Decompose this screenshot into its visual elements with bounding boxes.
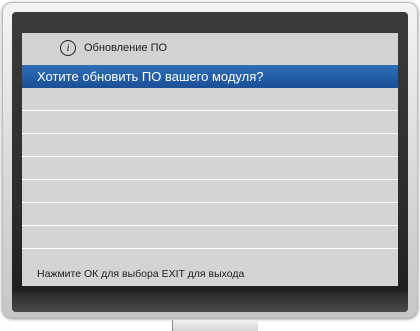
dialog-title: Обновление ПО xyxy=(84,42,168,54)
info-icon: i xyxy=(60,40,76,56)
empty-list-row xyxy=(22,134,398,157)
empty-list-row xyxy=(22,111,398,134)
empty-list-row xyxy=(22,203,398,226)
empty-list-row xyxy=(22,180,398,203)
footer-hint: Нажмите ОК для выбора EXIT для выхода xyxy=(37,268,245,280)
tv-stand xyxy=(172,320,258,331)
question-text: Хотите обновить ПО вашего модуля? xyxy=(37,69,264,84)
dialog-header: i Обновление ПО xyxy=(22,33,398,63)
tv-frame-reflection xyxy=(12,292,408,312)
empty-list-row xyxy=(22,226,398,249)
question-highlight-item[interactable]: Хотите обновить ПО вашего модуля? xyxy=(22,65,398,88)
empty-list xyxy=(22,88,398,249)
tv-screen: i Обновление ПО Хотите обновить ПО вашег… xyxy=(22,33,398,286)
tv-illustration: i Обновление ПО Хотите обновить ПО вашег… xyxy=(0,0,420,331)
empty-list-row xyxy=(22,157,398,180)
empty-list-row xyxy=(22,88,398,111)
footer-hint-bar: Нажмите ОК для выбора EXIT для выхода xyxy=(22,262,398,286)
